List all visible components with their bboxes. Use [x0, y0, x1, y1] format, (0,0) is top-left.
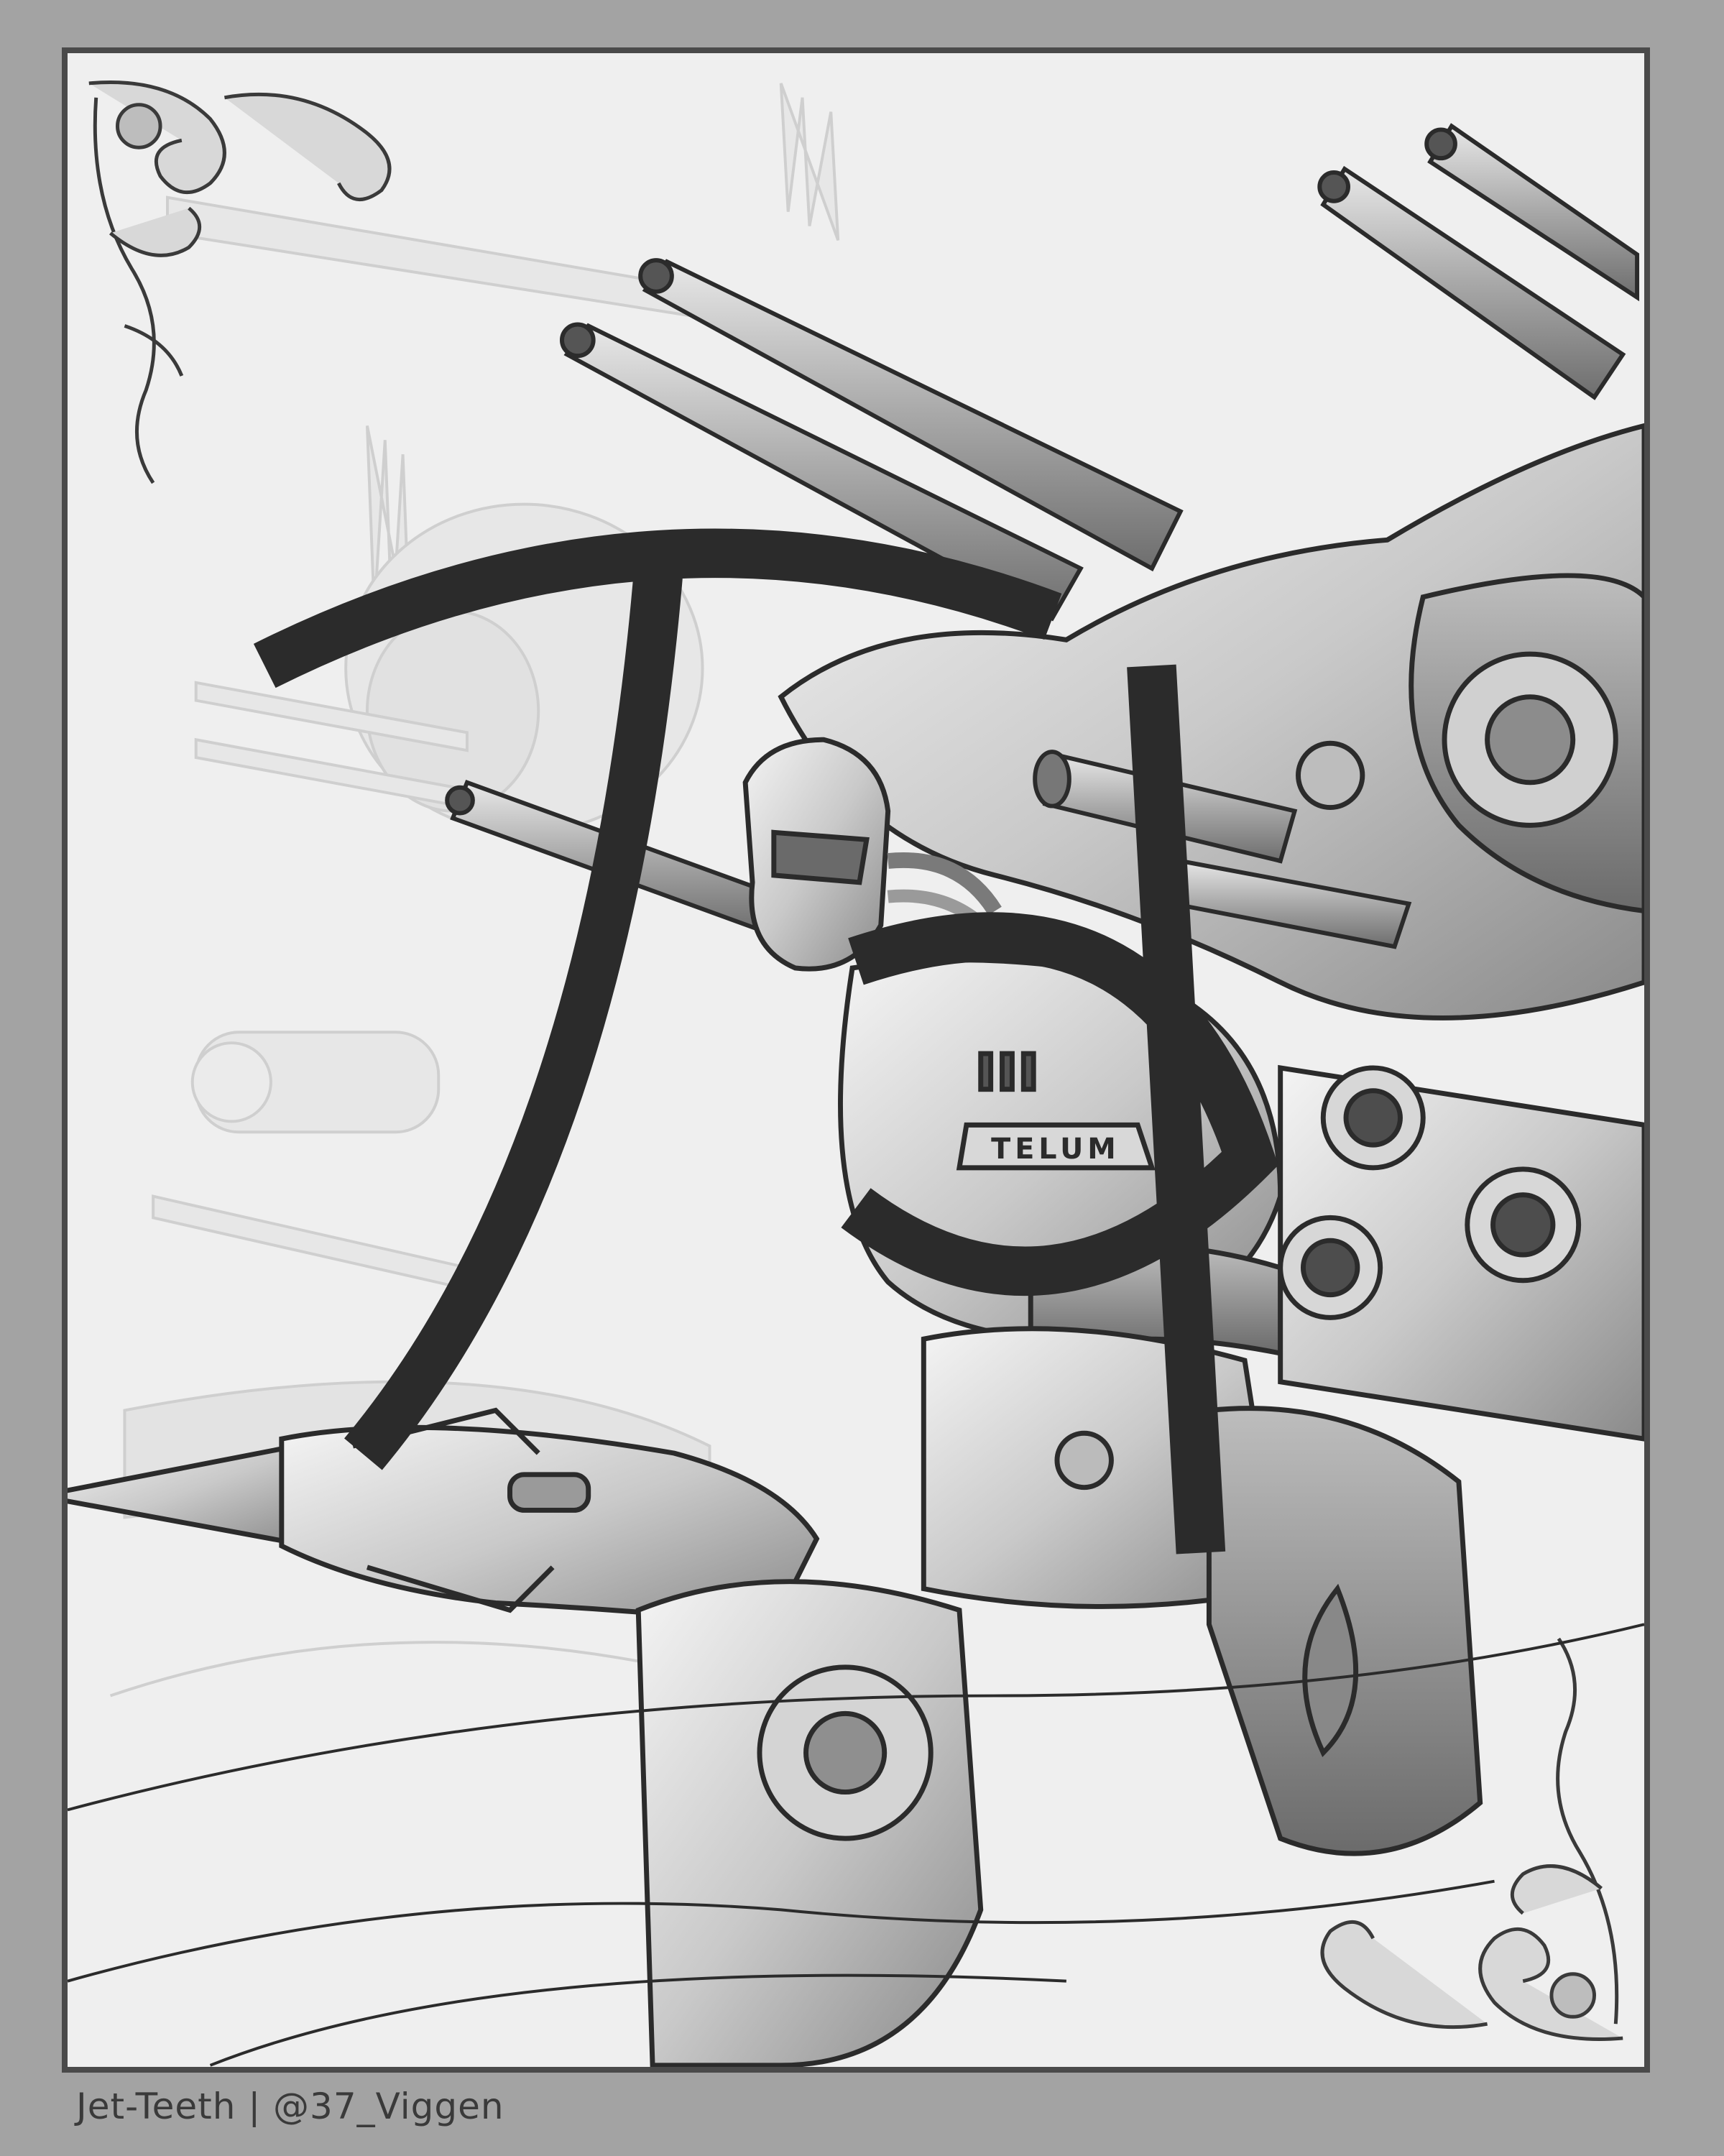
artist-credit: Jet-Teeth | @37_Viggen — [76, 2086, 504, 2127]
artist-signature — [253, 528, 1278, 1554]
artwork-frame: TELUM — [62, 47, 1650, 2073]
